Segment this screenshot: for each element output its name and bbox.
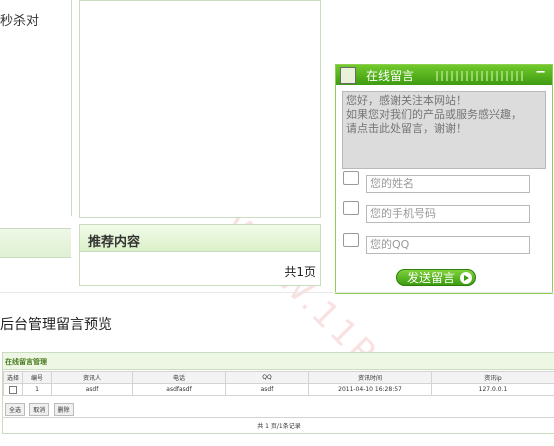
row-id: 1 <box>23 384 52 396</box>
recommend-pager: 共1页 <box>284 263 316 280</box>
col-phone: 电话 <box>133 372 226 384</box>
content-box <box>79 0 321 218</box>
phone-icon <box>343 171 359 185</box>
left-panel <box>0 0 72 216</box>
divider <box>0 292 554 293</box>
message-icon <box>340 67 356 84</box>
col-ip: 资讯ip <box>432 372 554 384</box>
cancel-button[interactable]: 取消 <box>29 403 49 416</box>
recommend-title: 推荐内容 <box>88 231 140 250</box>
name-input[interactable]: 您的姓名 <box>366 175 530 193</box>
admin-buttons: 全选 取消 删除 <box>5 403 76 416</box>
qq-input[interactable]: 您的QQ <box>366 236 530 254</box>
col-id: 编号 <box>23 372 52 384</box>
row-checkbox-cell <box>4 384 23 396</box>
arrow-right-icon <box>460 272 472 284</box>
messages-table: 选择 编号 资讯人 电话 QQ 资讯时间 资讯ip 1 asdf asdfasd… <box>3 371 554 396</box>
phone-icon <box>343 201 359 215</box>
online-message-widget: 在线留言 − 您的姓名 您的手机号码 您的QQ 发送留言 <box>335 64 553 294</box>
recommend-panel: 推荐内容 共1页 <box>79 224 321 286</box>
table-row: 1 asdf asdfasdf asdf 2011-04-10 16:28:57… <box>4 384 554 396</box>
row-time: 2011-04-10 16:28:57 <box>309 384 432 396</box>
grass-decoration <box>436 71 526 81</box>
row-name: asdf <box>52 384 133 396</box>
admin-panel: 在线留言管理 选择 编号 资讯人 电话 QQ 资讯时间 资讯ip 1 asdf … <box>2 352 554 434</box>
widget-title: 在线留言 <box>366 67 414 84</box>
recommend-header: 推荐内容 <box>80 225 320 252</box>
left-header-bar <box>0 228 71 258</box>
col-select: 选择 <box>4 372 23 384</box>
message-textarea[interactable] <box>342 91 546 169</box>
row-qq: asdf <box>226 384 309 396</box>
row-checkbox[interactable] <box>9 386 17 394</box>
admin-title: 在线留言管理 <box>5 357 47 367</box>
admin-header: 在线留言管理 <box>3 353 554 370</box>
send-label: 发送留言 <box>407 271 455 285</box>
col-time: 资讯时间 <box>309 372 432 384</box>
widget-header[interactable]: 在线留言 − <box>336 65 552 85</box>
section-title: 后台管理留言预览 <box>0 314 112 334</box>
send-message-button[interactable]: 发送留言 <box>396 269 476 286</box>
minimize-button[interactable]: − <box>535 65 546 80</box>
delete-button[interactable]: 删除 <box>54 403 74 416</box>
admin-pager: 共 1 页/1条记录 <box>3 421 554 430</box>
col-name: 资讯人 <box>52 372 133 384</box>
left-snippet-text: 秒杀对 <box>0 10 39 29</box>
pager-divider <box>3 417 554 418</box>
table-header-row: 选择 编号 资讯人 电话 QQ 资讯时间 资讯ip <box>4 372 554 384</box>
row-phone: asdfasdf <box>133 384 226 396</box>
phone-input[interactable]: 您的手机号码 <box>366 205 530 223</box>
col-qq: QQ <box>226 372 309 384</box>
select-all-button[interactable]: 全选 <box>5 403 25 416</box>
mail-icon <box>343 233 359 247</box>
row-ip: 127.0.0.1 <box>432 384 554 396</box>
